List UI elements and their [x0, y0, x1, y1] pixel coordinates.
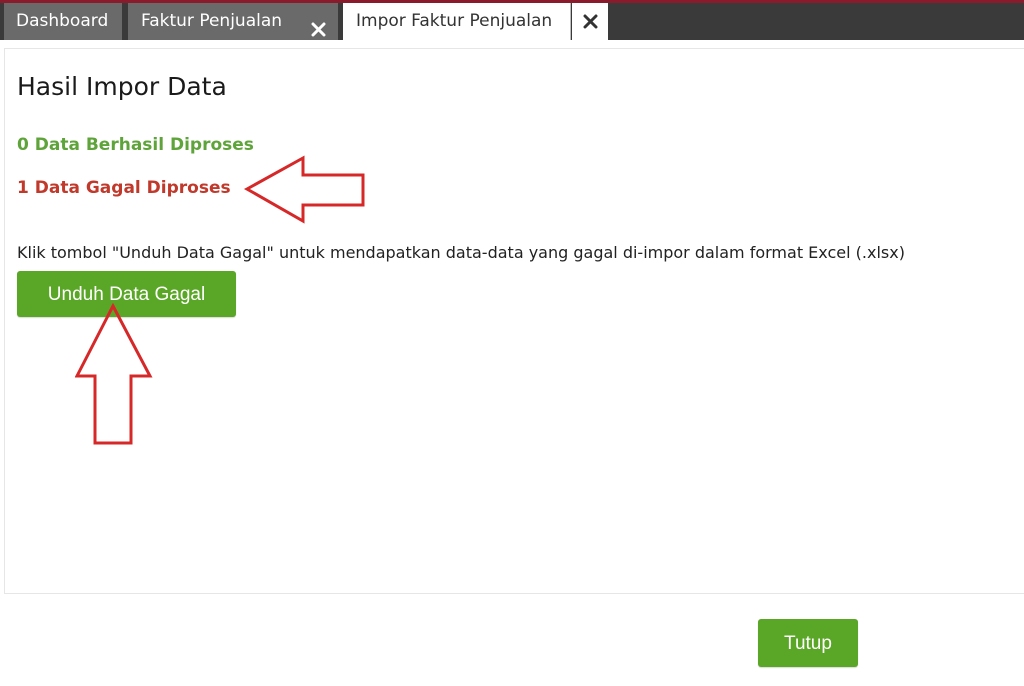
page-title: Hasil Impor Data: [17, 72, 227, 101]
failed-count-text: 1 Data Gagal Diproses: [17, 178, 231, 198]
success-count-text: 0 Data Berhasil Diproses: [17, 135, 254, 155]
instruction-text: Klik tombol "Unduh Data Gagal" untuk men…: [17, 243, 905, 262]
tab-dashboard-label: Dashboard: [16, 11, 109, 31]
tab-faktur-penjualan[interactable]: Faktur Penjualan: [128, 3, 338, 40]
close-button[interactable]: Tutup: [758, 619, 858, 667]
tab-dashboard[interactable]: Dashboard: [4, 3, 122, 40]
close-icon[interactable]: [583, 14, 598, 33]
import-result-panel: [4, 48, 1024, 594]
tab-impor-close-button[interactable]: [572, 3, 608, 40]
tab-bar: Dashboard Faktur Penjualan Impor Faktur …: [0, 3, 1024, 40]
tab-impor-faktur-penjualan-label: Impor Faktur Penjualan: [356, 11, 553, 31]
tab-faktur-penjualan-label: Faktur Penjualan: [141, 11, 283, 31]
close-icon[interactable]: [311, 14, 326, 51]
download-failed-data-button[interactable]: Unduh Data Gagal: [17, 271, 236, 317]
tab-impor-faktur-penjualan[interactable]: Impor Faktur Penjualan: [343, 3, 571, 40]
